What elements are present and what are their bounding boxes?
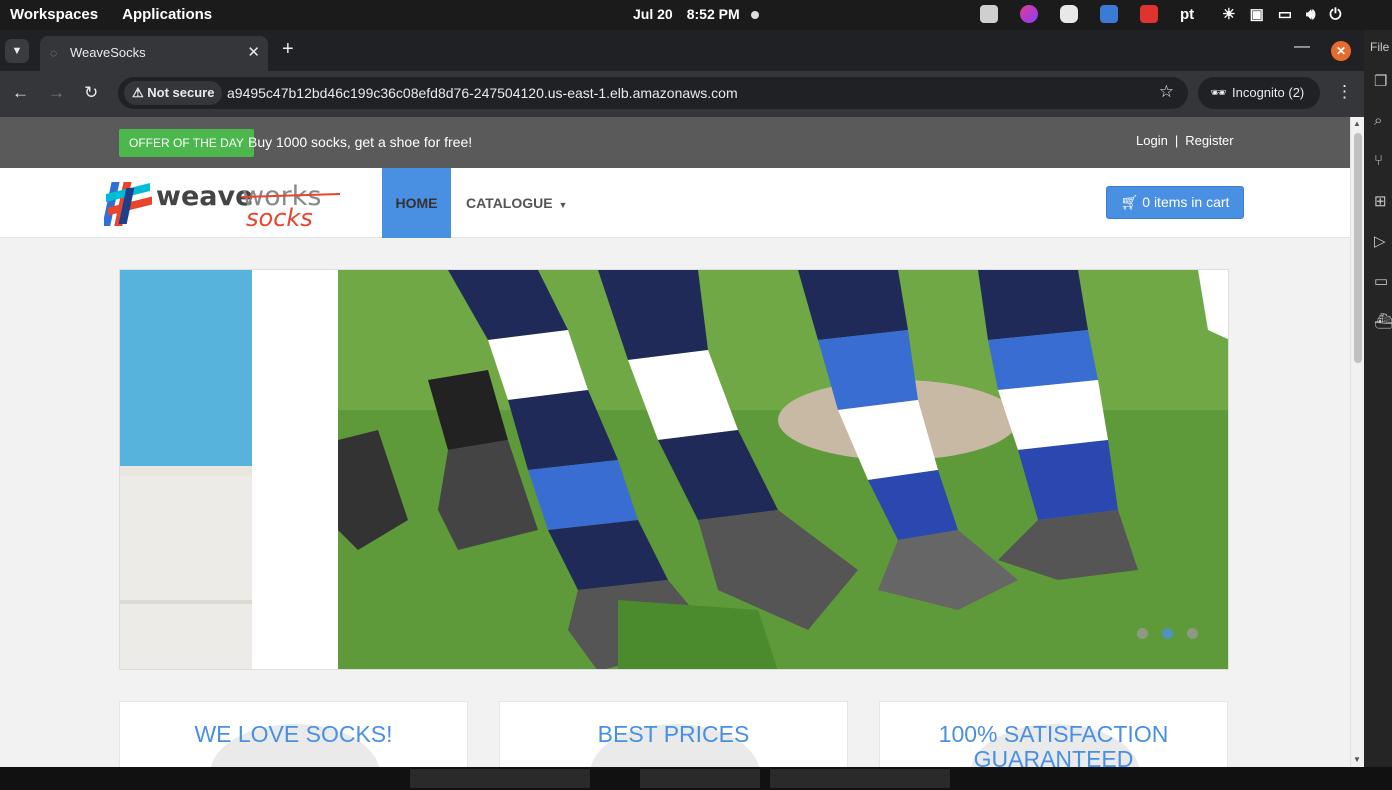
not-secure-label: Not secure [147,85,215,100]
hero-carousel[interactable] [119,269,1229,670]
screenshot-icon[interactable]: ▣ [1250,5,1264,23]
keyboard-layout-indicator[interactable]: pt [1180,6,1194,23]
tab-search-button[interactable]: ▼ [5,39,29,63]
tray-icon-5[interactable] [1140,5,1158,23]
scroll-up-arrow[interactable]: ▲ [1353,119,1361,128]
reload-button[interactable]: ↻ [84,83,98,103]
offer-text: Buy 1000 socks, get a shoe for free! [248,134,473,150]
incognito-label: Incognito (2) [1232,85,1305,100]
scroll-thumb[interactable] [1354,133,1362,363]
taskbar-item-1[interactable] [410,769,590,788]
taskbar-strip [0,767,1392,790]
notification-dot [751,11,759,19]
close-window-button[interactable]: ✕ [1331,41,1351,61]
caret-down-icon: ▼ [558,200,568,210]
auth-separator: | [1174,133,1179,148]
offer-badge[interactable]: OFFER OF THE DAY [119,129,254,157]
register-link[interactable]: Register [1185,133,1233,148]
carousel-dot-3[interactable] [1187,628,1198,639]
explorer-icon[interactable]: ❐ [1374,72,1387,90]
volume-icon[interactable]: 🔊︎ [1306,6,1315,23]
address-bar[interactable]: ⚠ Not secure a9495c47b12bd46c199c36c08ef… [118,77,1188,109]
source-control-icon[interactable]: ⑂ [1374,152,1383,169]
clock-time: 8:52 PM [686,6,740,22]
feature-title-1: WE LOVE SOCKS! [194,721,393,747]
shopping-cart-icon: 🛒︎ [1120,194,1139,210]
globe-icon: ◌ [50,46,58,60]
browser-window: ▼ ◌ WeaveSocks ✕ + — ✕ ← → ↻ ⚠ Not secur… [0,30,1364,767]
rugby-socks-slide-image [338,270,1228,669]
incognito-icon: 🕶︎ [1210,85,1227,100]
clock-date: Jul 20 [633,6,673,22]
scroll-down-arrow[interactable]: ▼ [1353,755,1361,764]
remote-explorer-icon[interactable]: ▭ [1374,272,1388,290]
auth-links: Login | Register [1136,133,1234,148]
vscode-window-edge: File ❐ ⌕ ⑂ ⊞ ▷ ▭ ⛴ [1364,30,1392,767]
forward-button[interactable]: → [48,83,65,103]
back-button[interactable]: ← [12,83,29,103]
offer-bar: OFFER OF THE DAY Buy 1000 socks, get a s… [0,117,1350,168]
feature-title-3: 100% SATISFACTION GUARANTEED [938,721,1169,768]
cart-label: 0 items in cart [1142,194,1230,210]
feature-title-2: BEST PRICES [597,721,750,747]
extensions-icon[interactable]: ⊞ [1374,192,1387,210]
incognito-indicator[interactable]: 🕶︎ Incognito (2) [1198,77,1320,109]
nav-catalogue-label: CATALOGUE [466,195,553,211]
docker-icon[interactable]: ⛴ [1374,312,1392,330]
login-link[interactable]: Login [1136,133,1168,148]
site-navbar: weave works socks HOME CATALOGUE ▼ 🛒︎ 0 … [0,168,1350,238]
tray-icon-1[interactable] [980,5,998,23]
tray-shield-icon[interactable] [1100,5,1118,23]
nav-catalogue[interactable]: CATALOGUE ▼ [466,195,567,211]
run-debug-icon[interactable]: ▷ [1374,232,1386,250]
svg-text:socks: socks [246,204,313,230]
feature-box-2: BEST PRICES [499,701,848,767]
previous-slide-image [120,270,252,669]
taskbar-item-2[interactable] [640,769,760,788]
svg-text:weave: weave [156,181,253,212]
tab-strip: ▼ ◌ WeaveSocks ✕ + — ✕ [0,30,1364,71]
feature-boxes: WE LOVE SOCKS! BEST PRICES 100% SATISFAC… [119,701,1229,767]
feature-box-3: 100% SATISFACTION GUARANTEED [879,701,1228,767]
minimize-button[interactable]: — [1294,38,1310,56]
carousel-dot-2[interactable] [1162,628,1173,639]
brightness-icon[interactable]: ☀ [1222,5,1235,23]
workspaces-menu[interactable]: Workspaces [10,6,98,23]
url-text[interactable]: a9495c47b12bd46c199c36c08efd8d76-2475041… [227,85,738,101]
feature-box-1: WE LOVE SOCKS! [119,701,468,767]
clock[interactable]: Jul 20 8:52 PM [633,6,740,22]
tray-icon-2[interactable] [1020,5,1038,23]
tab-weavesocks[interactable]: ◌ WeaveSocks ✕ [40,36,268,71]
page-scrollbar[interactable]: ▲ ▼ [1350,117,1364,767]
power-icon[interactable]: ⏻ [1329,6,1341,23]
nav-home[interactable]: HOME [382,168,451,238]
display-icon[interactable]: ▭ [1278,5,1292,23]
warning-icon: ⚠ [132,85,144,100]
carousel-indicators [1137,628,1198,639]
search-icon[interactable]: ⌕ [1374,112,1382,129]
bookmark-star-icon[interactable]: ☆ [1159,82,1174,102]
weaveworks-socks-logo[interactable]: weave works socks [102,178,344,232]
vscode-file-menu[interactable]: File [1370,40,1389,54]
tab-title: WeaveSocks [70,45,146,60]
discord-icon[interactable] [1060,5,1078,23]
system-top-bar: Workspaces Applications Jul 20 8:52 PM p… [0,0,1392,30]
cart-button[interactable]: 🛒︎ 0 items in cart [1106,186,1244,219]
applications-menu[interactable]: Applications [122,6,212,23]
close-tab-icon[interactable]: ✕ [247,43,260,61]
browser-menu-icon[interactable]: ⋮ [1336,82,1353,102]
new-tab-button[interactable]: + [282,38,294,61]
carousel-dot-1[interactable] [1137,628,1148,639]
security-chip[interactable]: ⚠ Not secure [124,81,223,105]
browser-toolbar: ← → ↻ ⚠ Not secure a9495c47b12bd46c199c3… [0,71,1364,117]
taskbar-item-3[interactable] [770,769,950,788]
page-viewport: OFFER OF THE DAY Buy 1000 socks, get a s… [0,117,1364,767]
